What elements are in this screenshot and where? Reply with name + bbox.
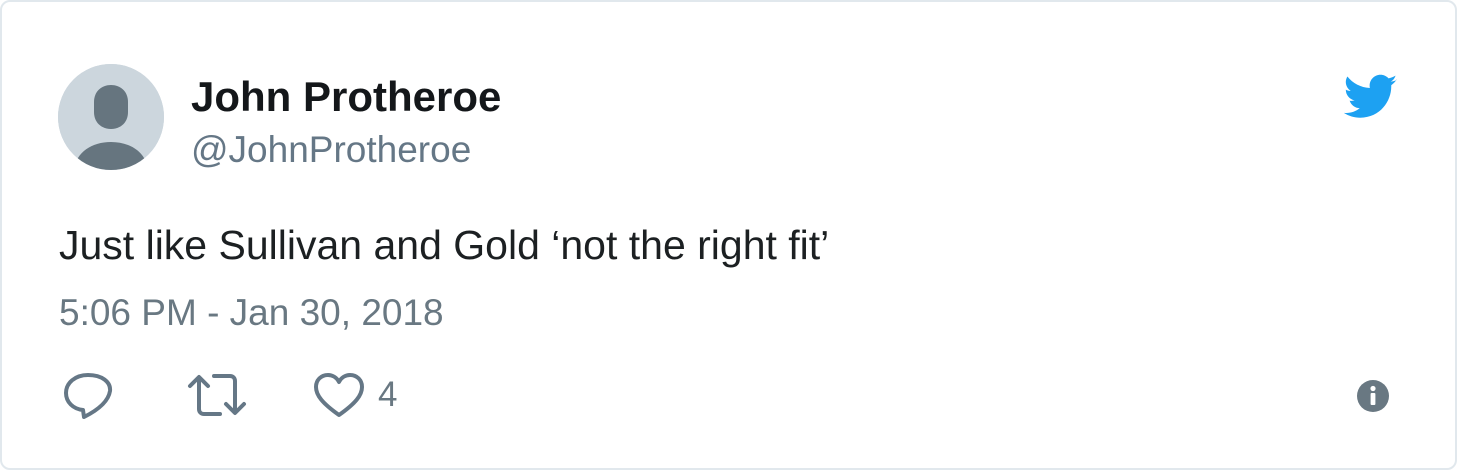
default-avatar-icon (58, 64, 164, 170)
retweet-icon (188, 374, 246, 416)
info-icon[interactable] (1356, 379, 1390, 413)
author-handle[interactable]: @JohnProtheroe (191, 127, 471, 173)
tweet-text: Just like Sullivan and Gold ‘not the rig… (59, 222, 830, 268)
tweet-timestamp[interactable]: 5:06 PM - Jan 30, 2018 (59, 290, 444, 336)
like-count: 4 (378, 375, 398, 414)
tweet-card: John Protheroe @JohnProtheroe Just like … (0, 0, 1457, 470)
retweet-button[interactable] (186, 370, 248, 420)
reply-icon (64, 373, 113, 419)
author-name[interactable]: John Protheroe (191, 71, 501, 123)
twitter-bird-icon[interactable] (1344, 74, 1398, 120)
author-avatar[interactable] (58, 64, 164, 170)
heart-icon (314, 373, 364, 417)
reply-button[interactable] (62, 370, 114, 420)
like-button[interactable]: 4 (312, 370, 397, 420)
